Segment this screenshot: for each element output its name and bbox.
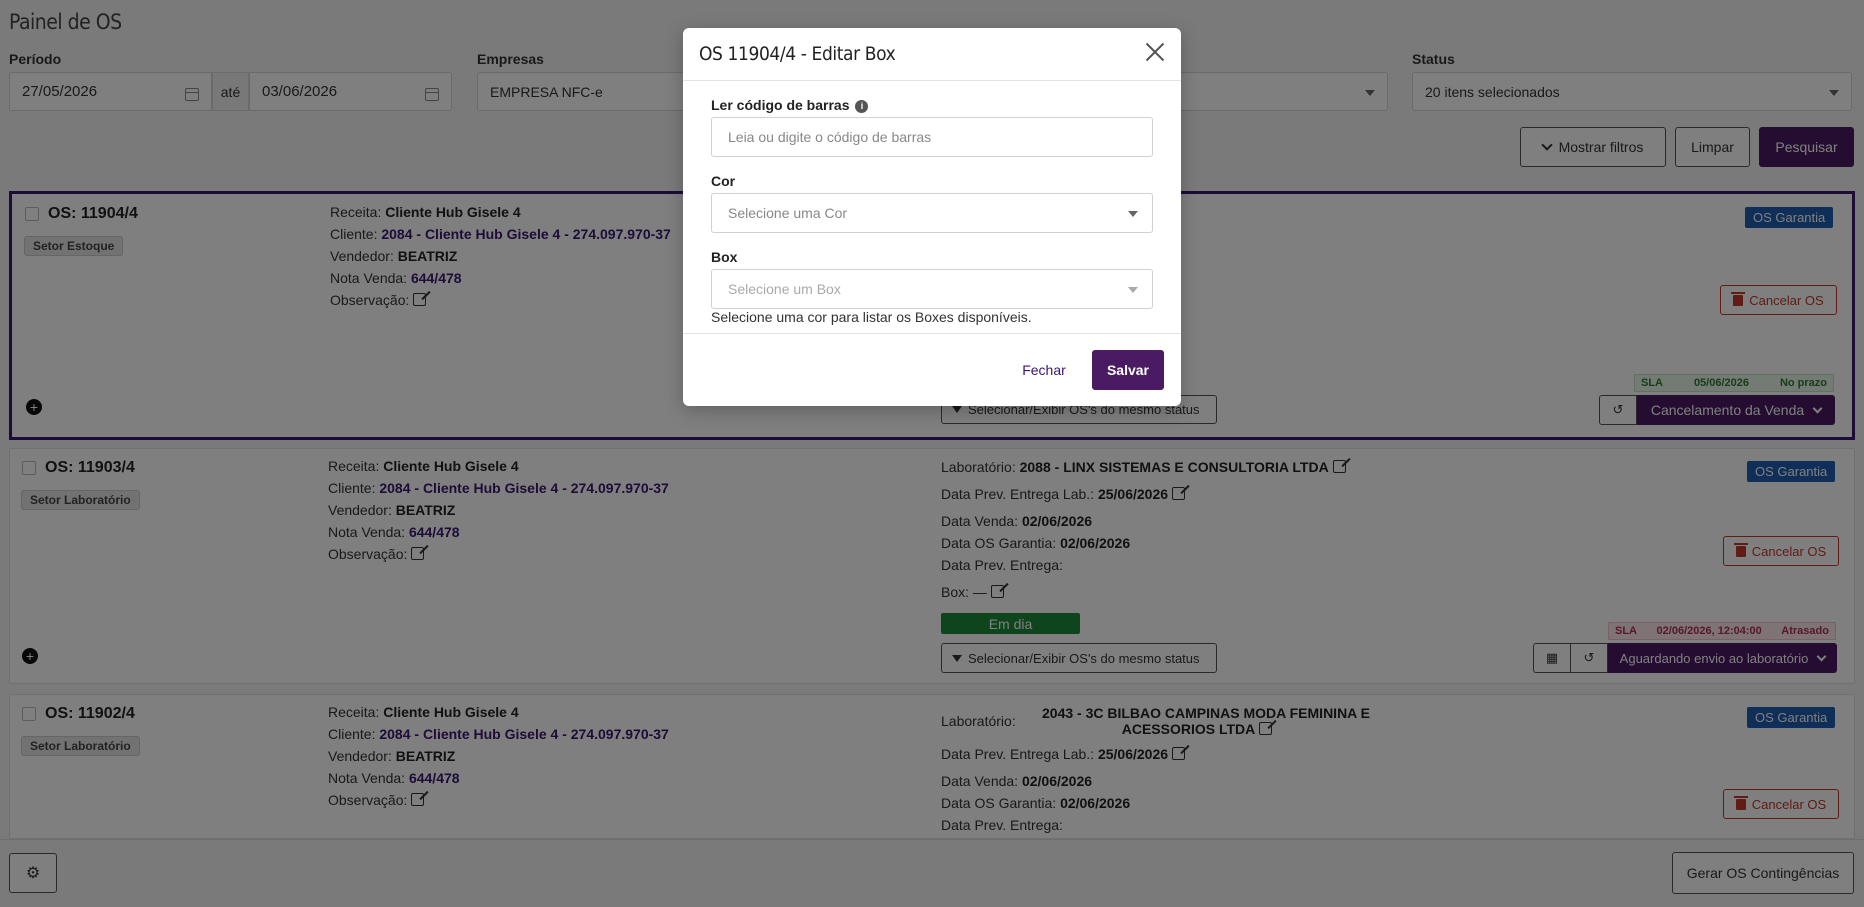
barcode-placeholder: Leia ou digite o código de barras	[728, 129, 932, 145]
barcode-input[interactable]: Leia ou digite o código de barras	[711, 117, 1153, 157]
cor-select[interactable]: Selecione uma Cor	[711, 193, 1153, 233]
barcode-label-text: Ler código de barras	[711, 97, 850, 113]
close-icon[interactable]	[1143, 40, 1167, 64]
info-icon[interactable]: i	[855, 99, 869, 113]
cor-label: Cor	[711, 173, 736, 189]
cor-placeholder: Selecione uma Cor	[728, 205, 848, 221]
salvar-button[interactable]: Salvar	[1092, 350, 1164, 390]
modal-footer-divider	[683, 333, 1181, 334]
box-placeholder: Selecione um Box	[728, 281, 841, 297]
editar-box-modal: OS 11904/4 - Editar Box Ler código de ba…	[683, 28, 1181, 406]
modal-header-divider	[683, 80, 1181, 81]
chevron-down-icon	[1128, 211, 1138, 217]
chevron-down-icon	[1128, 287, 1138, 293]
modal-title: OS 11904/4 - Editar Box	[699, 43, 896, 65]
barcode-label: Ler código de barras i	[711, 97, 869, 113]
box-hint: Selecione uma cor para listar os Boxes d…	[711, 309, 1032, 325]
fechar-button[interactable]: Fechar	[1013, 350, 1075, 390]
box-label: Box	[711, 249, 738, 265]
box-select[interactable]: Selecione um Box	[711, 269, 1153, 309]
